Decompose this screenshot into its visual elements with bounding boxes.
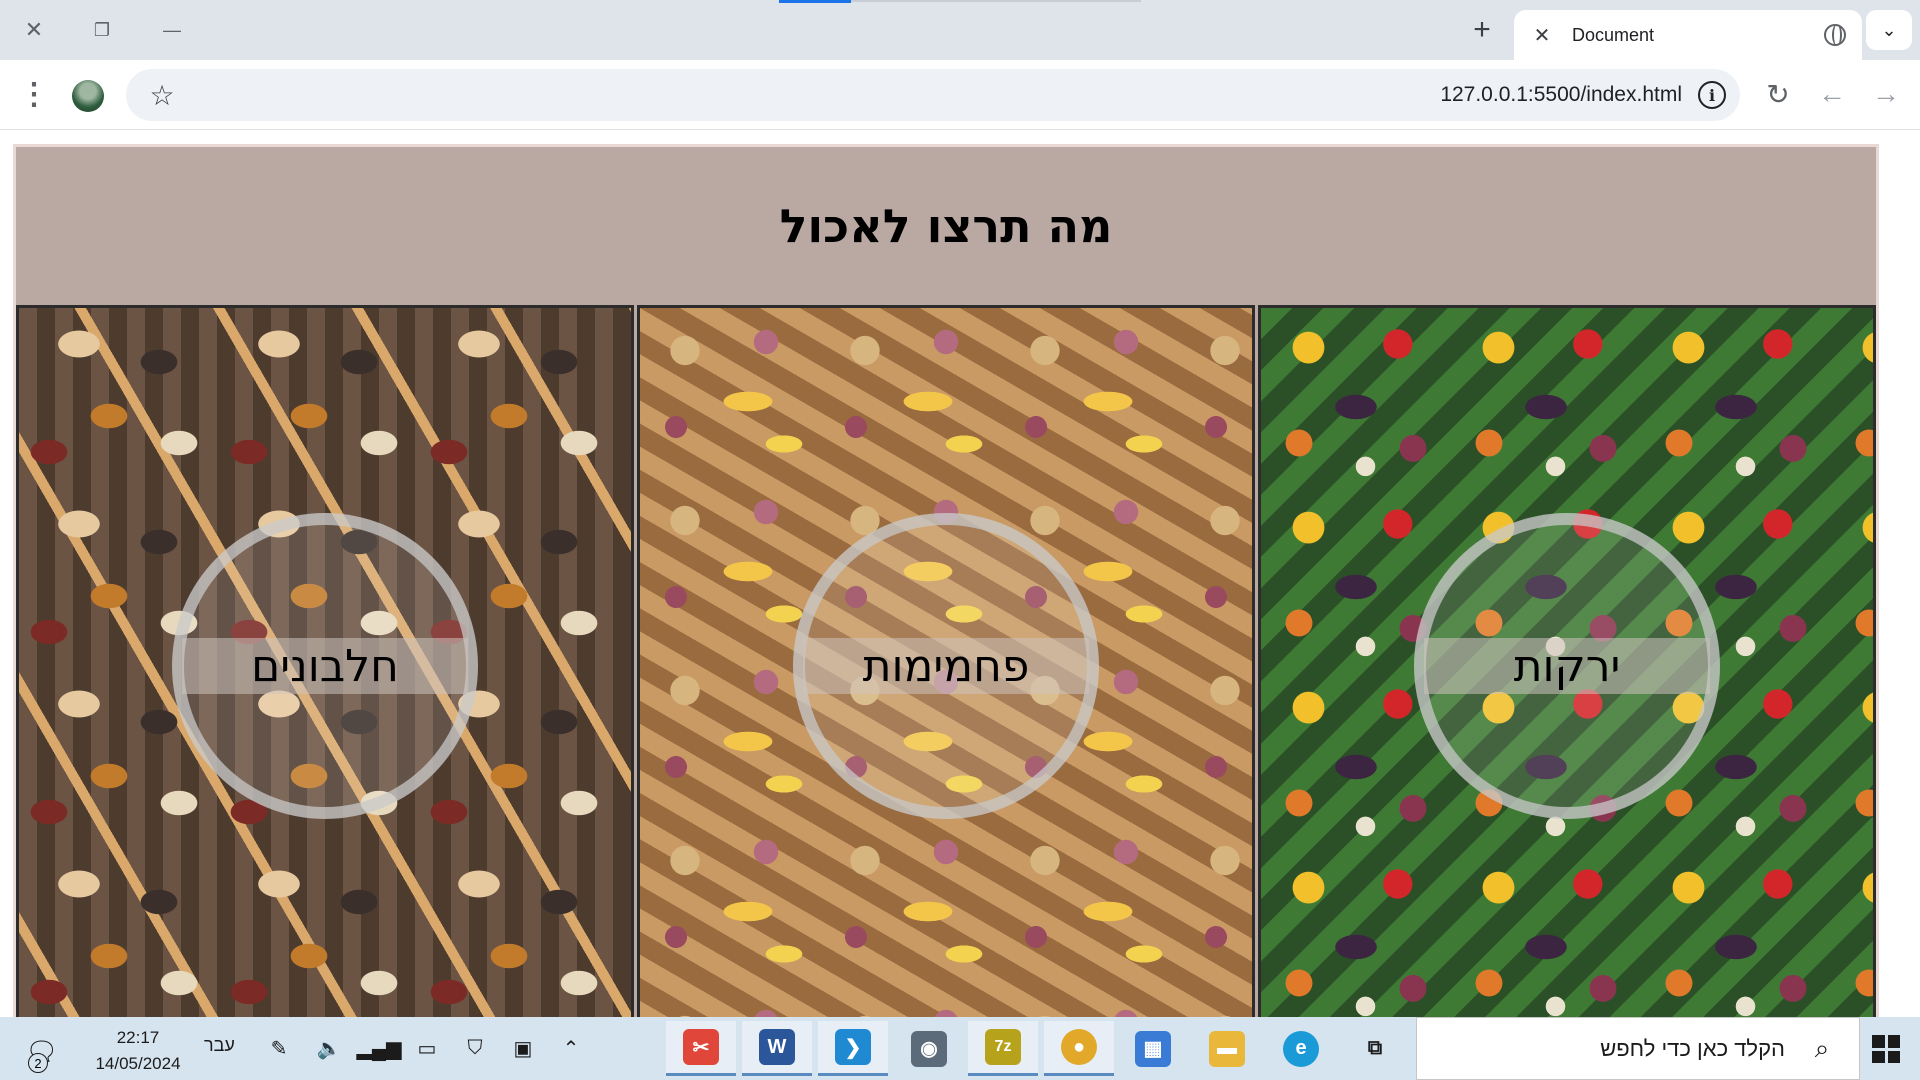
security-shield-icon[interactable]: ⛉ (458, 1033, 492, 1063)
search-icon: ⌕ (1814, 1033, 1830, 1063)
profile-avatar[interactable] (72, 80, 104, 112)
taskbar-app-word[interactable]: W (742, 1021, 812, 1076)
window-minimize-button[interactable]: — (148, 10, 196, 50)
input-language[interactable]: עבר (204, 1035, 235, 1056)
restore-icon: ❐ (93, 19, 111, 40)
notification-badge: 2 (28, 1053, 48, 1073)
card-proteins[interactable]: חלבונים (16, 305, 634, 1027)
battery-icon[interactable]: ▭ (410, 1033, 444, 1063)
taskbar-app-snipping-tool[interactable]: ✂ (666, 1021, 736, 1076)
window-restore-button[interactable]: ❐ (78, 10, 126, 50)
network-icon[interactable]: ▂▄▆ (357, 1033, 402, 1063)
taskbar-app-file-explorer[interactable]: ▬ (1192, 1021, 1262, 1076)
kebab-menu-icon: ⋮ (19, 77, 49, 111)
tab-document[interactable]: ✕ Document (1514, 10, 1862, 60)
chrome-icon: ● (1061, 1029, 1097, 1065)
tab-close-icon[interactable]: ✕ (1530, 23, 1554, 48)
windows-logo-pane (1872, 1050, 1885, 1063)
windows-logo-pane (1887, 1035, 1900, 1048)
edge-icon: e (1283, 1030, 1319, 1067)
tab-loading-indicator (779, 0, 851, 3)
7zip-icon: 7z (985, 1029, 1021, 1065)
url-text[interactable]: 127.0.0.1:5500/index.html (1440, 83, 1682, 107)
card-carbohydrates[interactable]: פחמימות (637, 305, 1255, 1027)
volume-icon[interactable]: 🔈 (312, 1033, 346, 1063)
tab-title: Document (1572, 24, 1655, 45)
new-tab-button[interactable]: + (1462, 12, 1502, 48)
card-label: חלבונים (251, 640, 399, 692)
address-bar[interactable]: ☆ 127.0.0.1:5500/index.html i (126, 69, 1740, 121)
taskbar: 🗨 2 22:17 14/05/2024 עבר ✎ 🔈 ▂▄▆ ▭ ⛉ ▣ ⌃… (0, 1017, 1920, 1080)
windows-logo-icon (1872, 1035, 1885, 1048)
minimize-icon: — (163, 19, 181, 40)
back-button[interactable]: ← (1810, 72, 1854, 116)
clock-time: 22:17 (116, 1028, 160, 1047)
meet-now-icon[interactable]: ▣ (506, 1033, 540, 1063)
card-label: ירקות (1513, 640, 1621, 692)
store-icon: ▦ (1135, 1030, 1171, 1067)
card-label-band: ירקות (1424, 638, 1710, 694)
taskbar-app-store[interactable]: ▦ (1118, 1021, 1188, 1076)
taskbar-task-view[interactable]: ⧉ (1340, 1021, 1410, 1076)
taskbar-app-chrome[interactable]: ● (1044, 1021, 1114, 1076)
browser-toolbar: ⋮ ☆ 127.0.0.1:5500/index.html i ↻ ← → (0, 60, 1920, 130)
word-icon: W (759, 1029, 795, 1065)
page-title: מה תרצו לאכול (779, 199, 1113, 253)
food-cards: חלבונים פחמימות ירקות (16, 305, 1876, 1027)
content-frame: מה תרצו לאכול חלבונים פחמימות ירקות (13, 144, 1879, 1027)
taskbar-app-7zip[interactable]: 7z (968, 1021, 1038, 1076)
browser-menu-button[interactable]: ⋮ (12, 72, 56, 116)
browser-titlebar: ✕ ❐ — + ✕ Document ⌄ (0, 0, 1920, 60)
tab-search-button[interactable]: ⌄ (1866, 10, 1912, 50)
reload-button[interactable]: ↻ (1756, 72, 1800, 116)
windows-logo-pane (1887, 1050, 1900, 1063)
window-close-button[interactable]: ✕ (10, 10, 58, 50)
plus-icon: + (1473, 13, 1491, 46)
camera-icon: ◉ (911, 1030, 947, 1067)
taskbar-search-input[interactable]: הקלד כאן כדי לחפש ⌕ (1416, 1017, 1860, 1080)
snipping-tool-icon: ✂ (683, 1029, 719, 1065)
forward-button[interactable]: → (1864, 72, 1908, 116)
reload-icon: ↻ (1766, 78, 1790, 110)
arrow-left-icon: ← (1818, 78, 1846, 109)
vscode-icon: ❯ (835, 1029, 871, 1065)
clock-date: 14/05/2024 (95, 1054, 181, 1073)
globe-icon (1824, 24, 1846, 46)
tab-divider (851, 0, 1141, 2)
card-vegetables[interactable]: ירקות (1258, 305, 1876, 1027)
taskbar-app-vscode[interactable]: ❯ (818, 1021, 888, 1076)
site-info-icon[interactable]: i (1698, 81, 1726, 109)
card-label-band: פחמימות (803, 638, 1089, 694)
taskbar-app-camera[interactable]: ◉ (894, 1021, 964, 1076)
page-header: מה תרצו לאכול (16, 147, 1876, 305)
arrow-right-icon: → (1872, 78, 1900, 109)
taskbar-app-edge[interactable]: e (1266, 1021, 1336, 1076)
card-label: פחמימות (862, 640, 1030, 692)
card-label-band: חלבונים (182, 638, 468, 694)
page-viewport: מה תרצו לאכול חלבונים פחמימות ירקות (0, 131, 1920, 1027)
chevron-up-icon[interactable]: ⌃ (554, 1033, 588, 1063)
bookmark-star-icon[interactable]: ☆ (144, 77, 180, 113)
chevron-down-icon: ⌄ (1881, 19, 1897, 40)
search-placeholder: הקלד כאן כדי לחפש (1600, 1036, 1785, 1061)
taskbar-clock[interactable]: 22:17 14/05/2024 (78, 1025, 198, 1077)
task-view-icon: ⧉ (1367, 1037, 1383, 1059)
pen-icon[interactable]: ✎ (262, 1033, 296, 1063)
close-icon: ✕ (24, 17, 44, 42)
folder-icon: ▬ (1209, 1030, 1245, 1067)
start-button[interactable] (1866, 1029, 1906, 1069)
